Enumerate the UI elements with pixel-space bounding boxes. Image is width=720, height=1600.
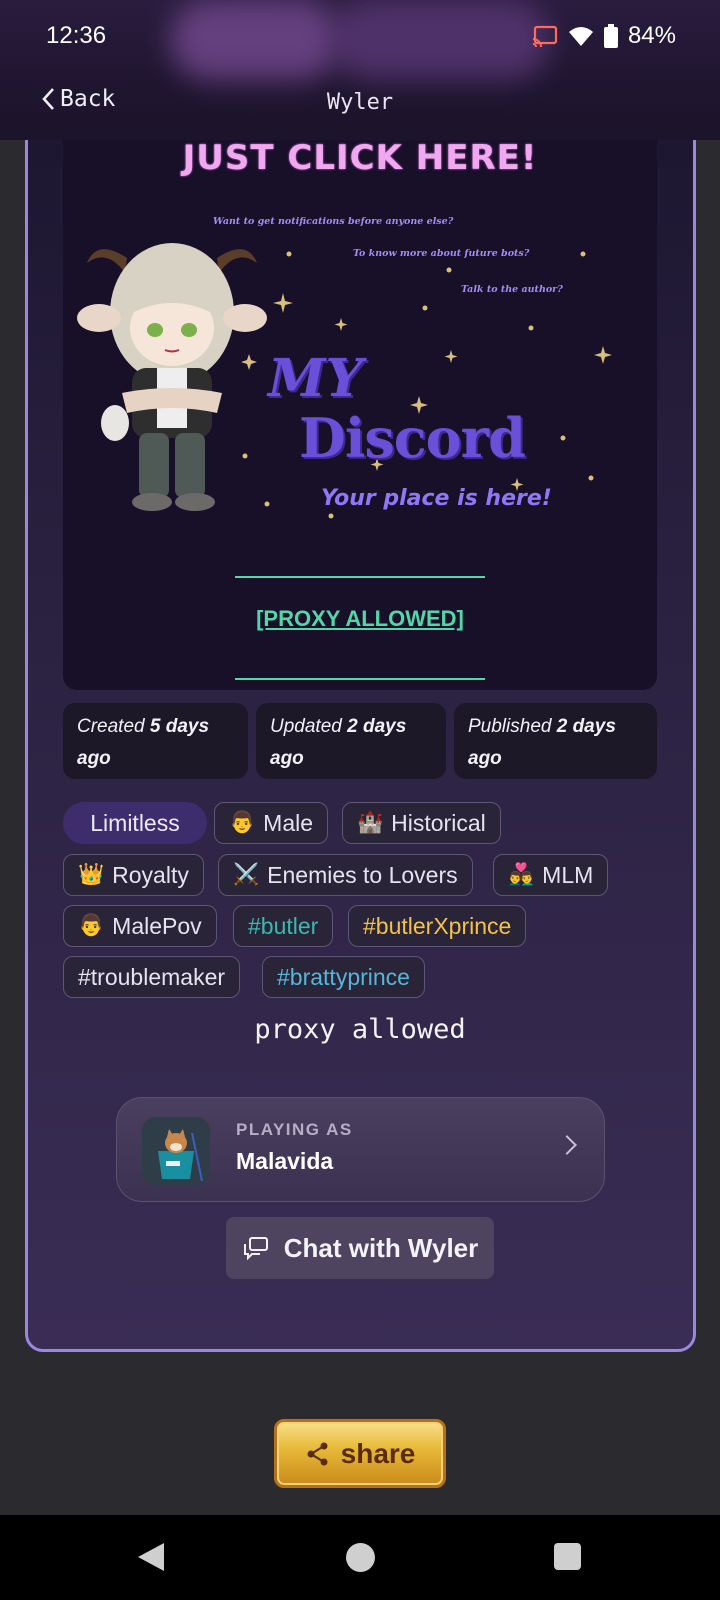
status-time: 12:36 — [46, 22, 107, 49]
tag-mlm[interactable]: 👨‍❤️‍👨 MLM — [493, 854, 609, 896]
tag-enemies-to-lovers[interactable]: ⚔️ Enemies to Lovers — [218, 854, 473, 896]
wifi-icon — [568, 27, 593, 46]
chat-button-label: Chat with Wyler — [283, 1232, 479, 1263]
tag-malepov[interactable]: 👨 MalePov — [63, 905, 217, 947]
tag-butler[interactable]: #butler — [233, 905, 334, 947]
tag-brattyprince[interactable]: #brattyprince — [262, 956, 425, 998]
persona-avatar-image — [142, 1117, 210, 1185]
battery-icon — [603, 24, 618, 48]
system-nav-bar — [0, 1515, 720, 1600]
man-icon: 👨 — [78, 914, 105, 937]
share-button[interactable]: share — [274, 1419, 446, 1488]
description-text: proxy allowed — [254, 1014, 466, 1045]
tag-royalty[interactable]: 👑 Royalty — [63, 854, 204, 896]
nav-home-icon[interactable] — [346, 1543, 375, 1572]
divider-line — [235, 576, 485, 578]
chat-bubbles-icon — [243, 1237, 268, 1260]
nav-recents-icon[interactable] — [554, 1543, 581, 1570]
castle-icon: 🏰 — [357, 811, 384, 834]
crown-icon: 👑 — [78, 863, 105, 886]
playing-as-label: PLAYING AS — [236, 1120, 353, 1139]
status-bar: 12:36 84% — [46, 20, 676, 52]
proxy-allowed-link[interactable]: [PROXY ALLOWED] — [63, 606, 657, 632]
couple-heart-icon: 👨‍❤️‍👨 — [508, 863, 535, 886]
tag-butlerxprince[interactable]: #butlerXprince — [348, 905, 527, 947]
created-date: Created 5 days ago — [63, 703, 248, 779]
discord-logo-text: Discord — [299, 406, 526, 470]
discord-banner[interactable]: JUST CLICK HERE! Want to get notificatio… — [63, 138, 657, 690]
cast-icon — [532, 25, 558, 47]
nav-header: Back Wyler — [0, 82, 720, 126]
divider-line — [235, 678, 485, 680]
discord-tagline: Your place is here! — [321, 486, 552, 511]
chat-button[interactable]: Chat with Wyler — [226, 1217, 494, 1279]
published-date: Published 2 days ago — [454, 703, 657, 779]
nav-back-icon[interactable] — [138, 1543, 164, 1571]
man-icon: 👨 — [229, 811, 256, 834]
battery-percent: 84% — [627, 22, 676, 49]
tag-male[interactable]: 👨 Male — [214, 802, 329, 844]
updated-date: Updated 2 days ago — [256, 703, 446, 779]
persona-avatar — [142, 1117, 210, 1185]
top-bar: 12:36 84% Back Wyler — [0, 0, 720, 140]
tag-historical[interactable]: 🏰 Historical — [342, 802, 501, 844]
crossed-swords-icon: ⚔️ — [233, 863, 260, 886]
persona-selector[interactable]: PLAYING AS Malavida — [116, 1097, 605, 1202]
share-button-label: share — [340, 1437, 416, 1469]
tag-limitless[interactable]: Limitless — [63, 802, 207, 844]
share-icon — [307, 1442, 328, 1465]
persona-name: Malavida — [236, 1148, 334, 1174]
discord-my-text: MY — [268, 348, 363, 409]
page-title: Wyler — [326, 90, 394, 115]
chevron-right-icon — [557, 1135, 577, 1155]
tag-troublemaker[interactable]: #troublemaker — [63, 956, 241, 998]
